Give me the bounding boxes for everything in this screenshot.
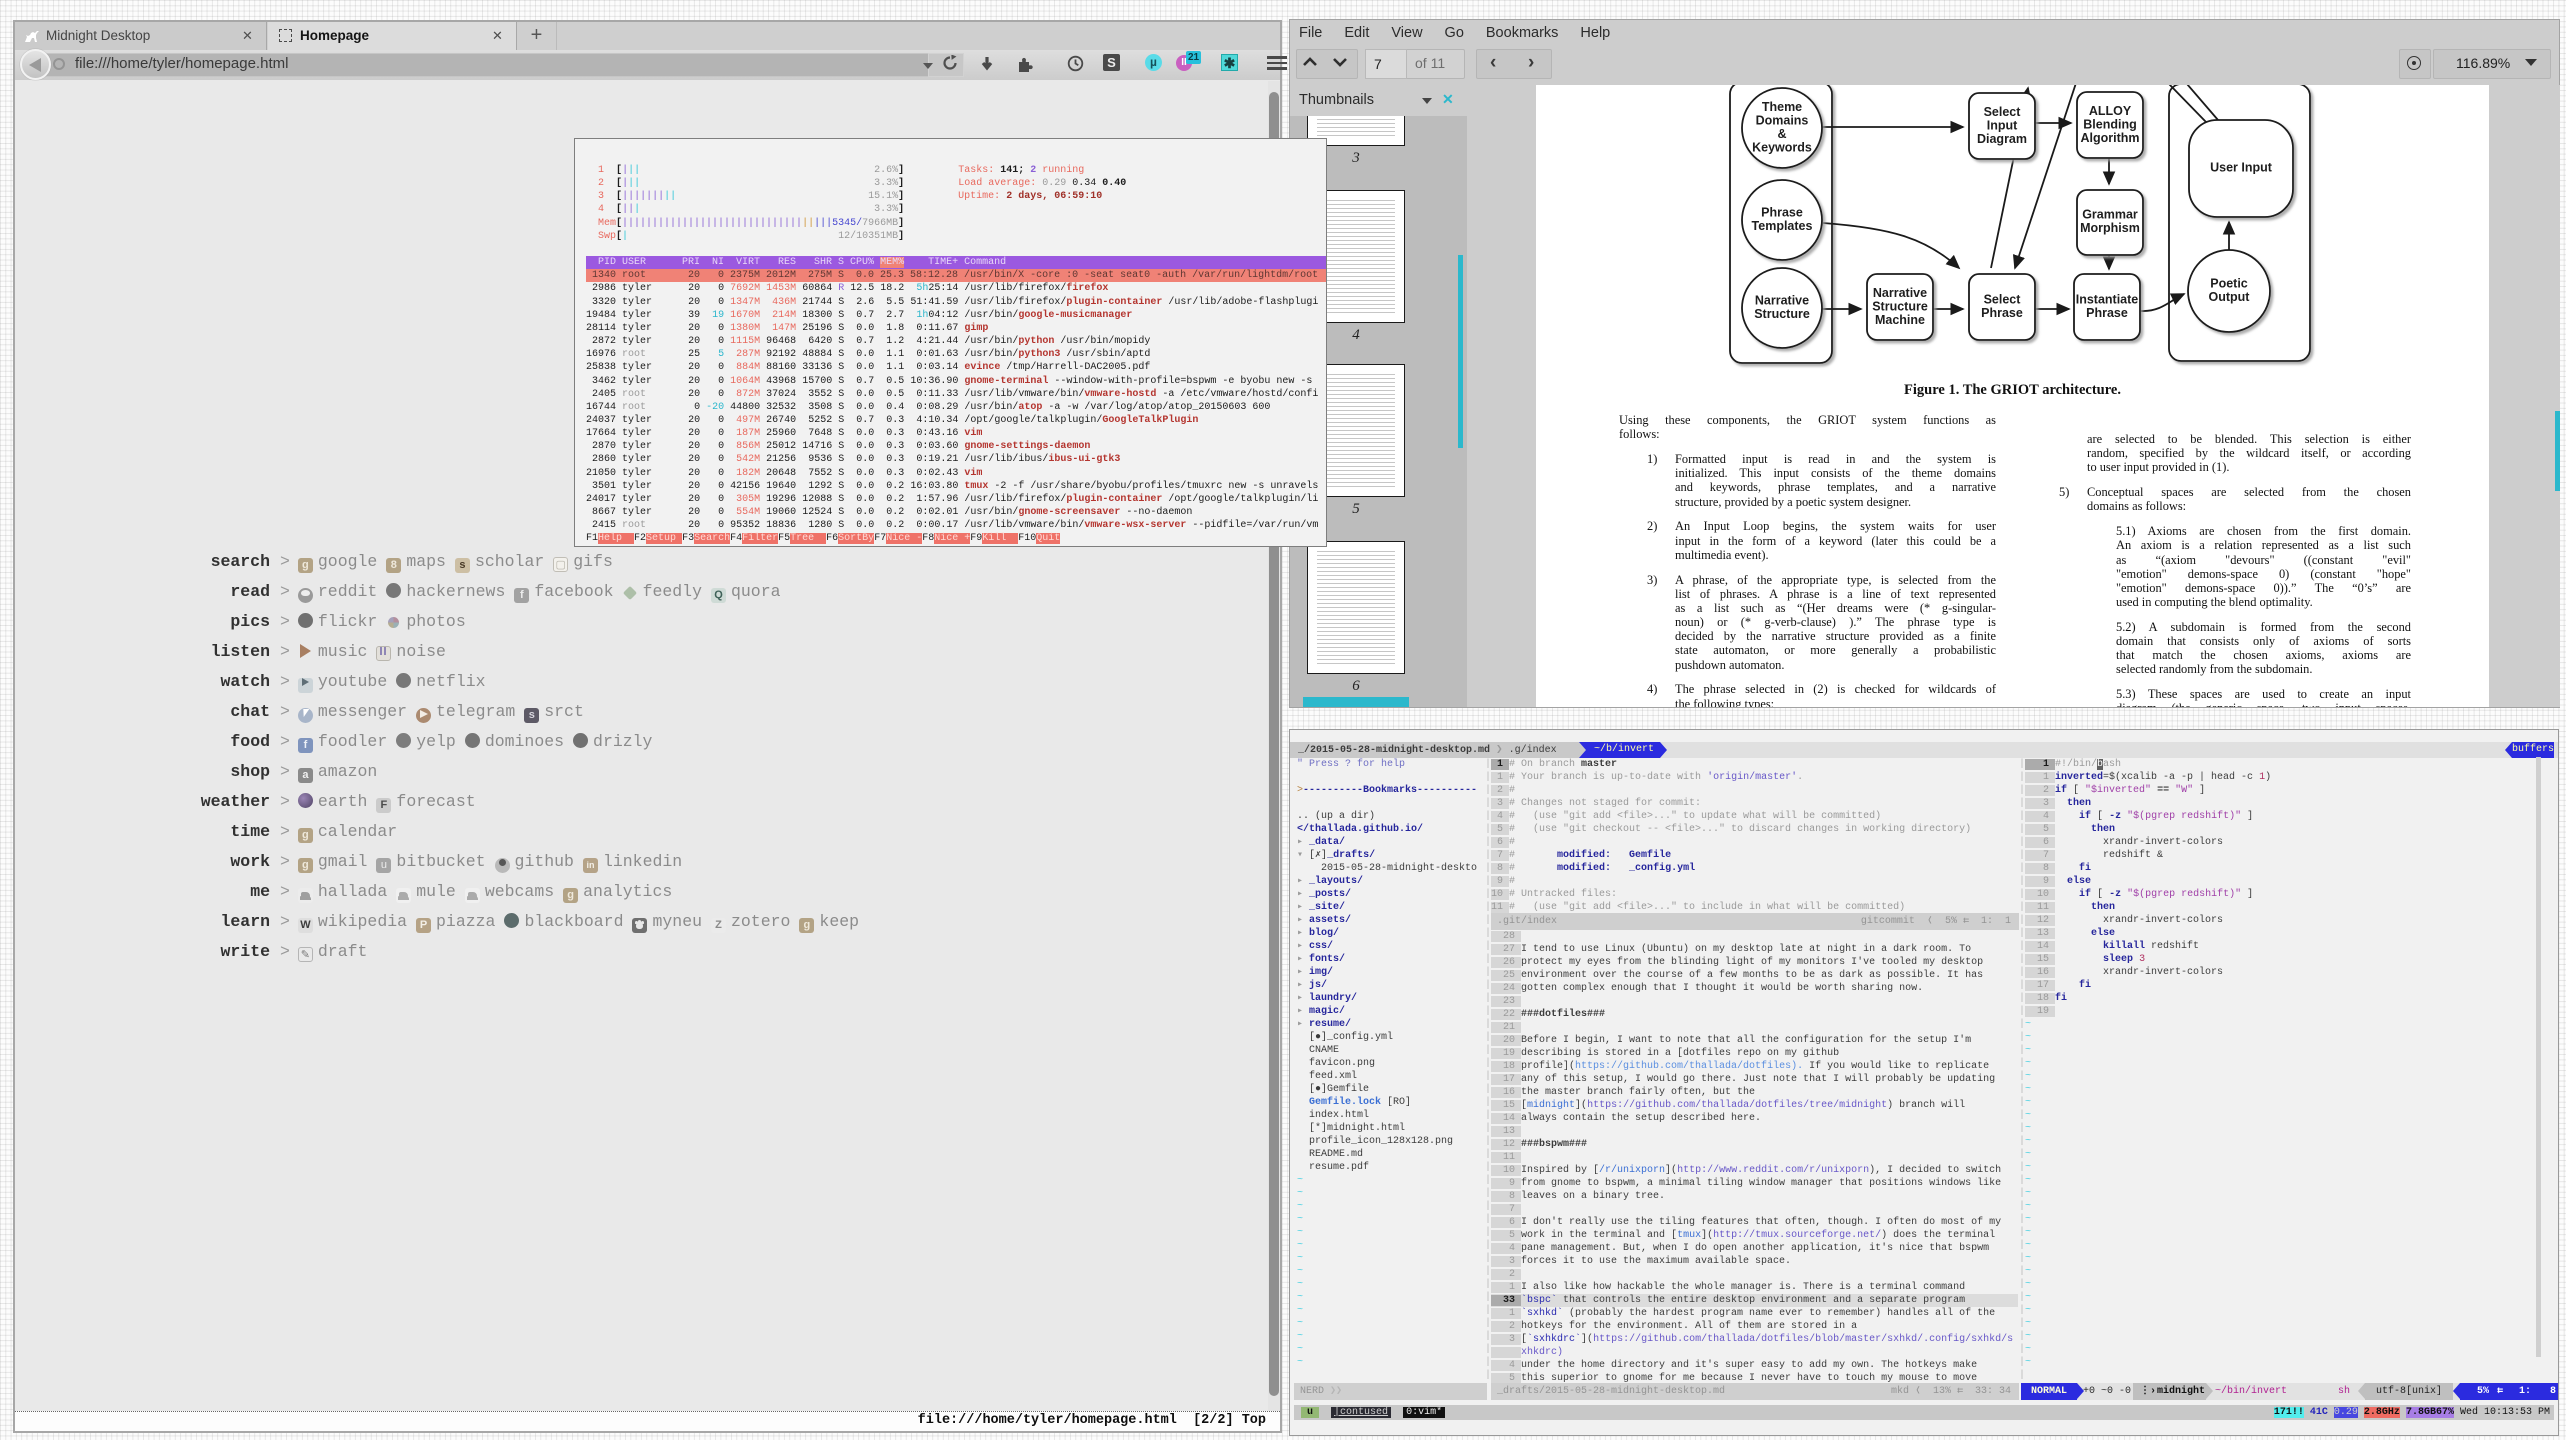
- svg-text:Phrase: Phrase: [1981, 306, 2023, 320]
- svg-text:Input: Input: [1987, 118, 2018, 132]
- svg-text:Algorithm: Algorithm: [2080, 131, 2139, 145]
- svg-text:Narrative: Narrative: [1755, 294, 1809, 308]
- svg-text:Select: Select: [1984, 293, 2022, 307]
- svg-text:Blending: Blending: [2083, 117, 2136, 131]
- svg-text:Phrase: Phrase: [2086, 306, 2128, 320]
- svg-text:Templates: Templates: [1752, 219, 1813, 233]
- svg-text:ALLOY: ALLOY: [2089, 104, 2132, 118]
- svg-text:Morphism: Morphism: [2080, 221, 2140, 235]
- svg-text:Grammar: Grammar: [2082, 208, 2138, 222]
- svg-text:User Input: User Input: [2210, 160, 2273, 174]
- svg-text:Machine: Machine: [1875, 313, 1925, 327]
- svg-text:Narrative: Narrative: [1873, 286, 1927, 300]
- svg-text:Select: Select: [1984, 105, 2022, 119]
- svg-text:&: &: [1777, 127, 1786, 141]
- svg-text:Instantiate: Instantiate: [2076, 293, 2139, 307]
- svg-text:Output: Output: [2209, 290, 2251, 304]
- svg-text:Domains: Domains: [1756, 114, 1809, 128]
- svg-text:Diagram: Diagram: [1977, 132, 2027, 146]
- svg-text:Phrase: Phrase: [1761, 206, 1803, 220]
- svg-text:Poetic: Poetic: [2210, 277, 2248, 291]
- svg-text:Theme: Theme: [1762, 100, 1802, 114]
- svg-text:Keywords: Keywords: [1752, 141, 1812, 155]
- svg-text:Structure: Structure: [1754, 307, 1810, 321]
- svg-text:Structure: Structure: [1872, 299, 1928, 313]
